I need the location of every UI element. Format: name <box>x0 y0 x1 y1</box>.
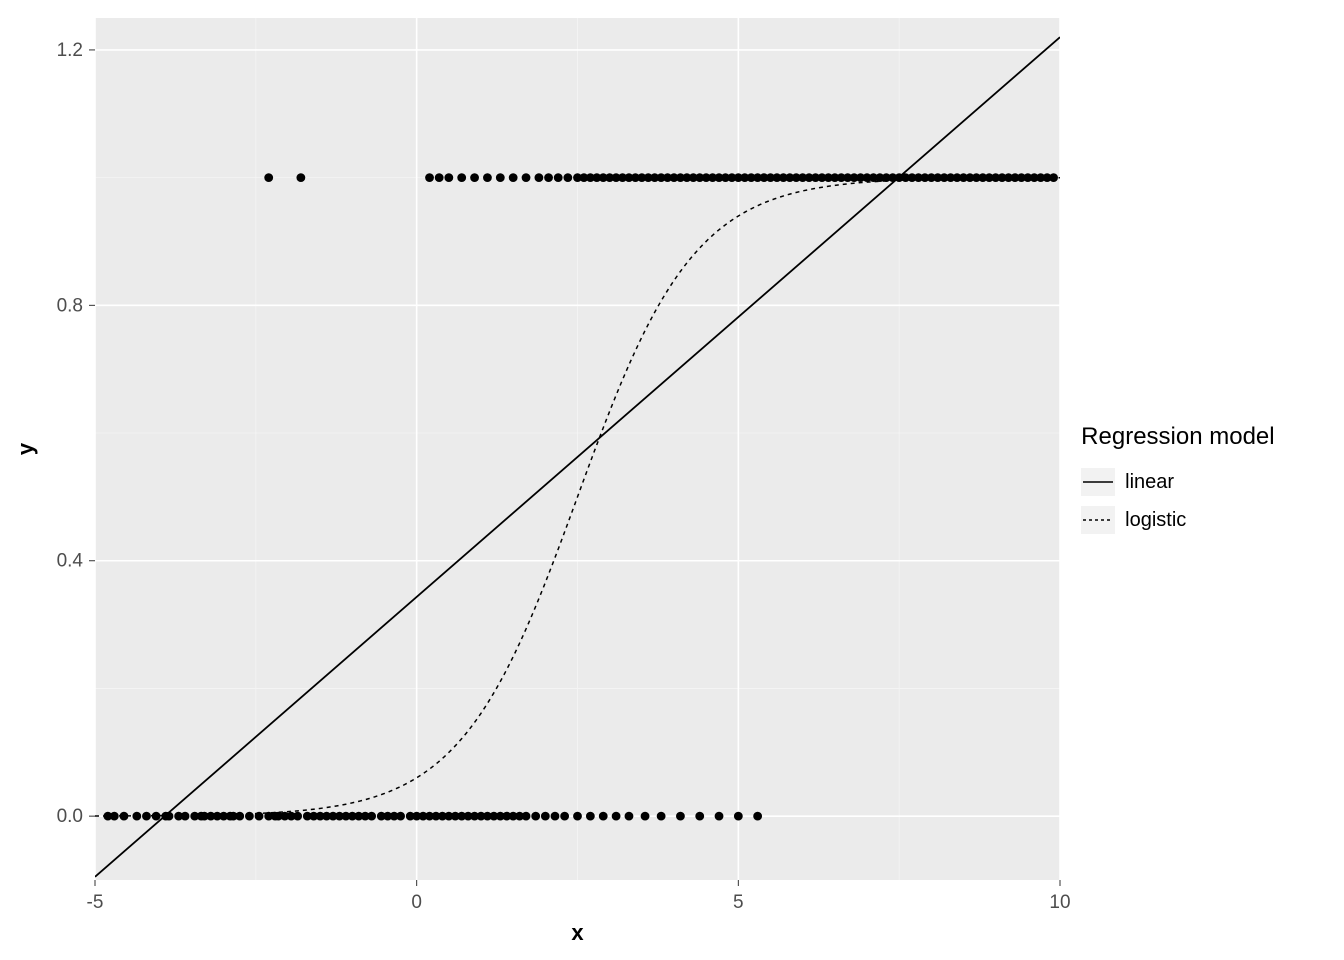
data-point <box>695 812 704 821</box>
data-point <box>444 173 453 182</box>
y-tick-label: 1.2 <box>57 40 83 61</box>
data-point <box>541 812 550 821</box>
legend-label-logistic: logistic <box>1125 509 1186 532</box>
data-point <box>396 812 405 821</box>
data-point <box>551 812 560 821</box>
y-axis-title: y <box>13 442 38 455</box>
y-tick-label: 0.4 <box>57 551 84 572</box>
data-point <box>586 812 595 821</box>
data-point <box>573 812 582 821</box>
data-point <box>522 173 531 182</box>
x-axis-title: x <box>571 920 584 945</box>
data-point <box>264 173 273 182</box>
y-tick-label: 0.8 <box>57 295 83 316</box>
legend-key-linear <box>1081 468 1115 496</box>
plot-svg: -5 0 5 10 0.0 0.4 0.8 1.2 x y <box>0 0 1080 960</box>
data-point <box>531 812 540 821</box>
data-point <box>483 173 492 182</box>
data-point <box>425 173 434 182</box>
chart-panel: -5 0 5 10 0.0 0.4 0.8 1.2 x y <box>0 0 1075 960</box>
data-point <box>554 173 563 182</box>
data-point <box>625 812 634 821</box>
data-point <box>293 812 302 821</box>
x-tick-label: 10 <box>1049 892 1070 913</box>
data-point <box>657 812 666 821</box>
legend-item-linear: linear <box>1081 465 1174 499</box>
data-point <box>535 173 544 182</box>
data-point <box>296 173 305 182</box>
data-point <box>496 173 505 182</box>
x-tick-label: 5 <box>733 892 744 913</box>
data-point <box>367 812 376 821</box>
legend-label-linear: linear <box>1125 471 1174 494</box>
legend-title: Regression model <box>1081 423 1274 451</box>
data-point <box>522 812 531 821</box>
data-point <box>612 812 621 821</box>
x-tick-label: 0 <box>411 892 422 913</box>
data-point <box>509 173 518 182</box>
data-point <box>599 812 608 821</box>
data-point <box>457 173 466 182</box>
data-point <box>641 812 650 821</box>
data-point <box>435 173 444 182</box>
x-tick-label: -5 <box>87 892 104 913</box>
legend: Regression model linear logistic <box>1075 0 1344 960</box>
data-point <box>753 812 762 821</box>
data-point <box>245 812 254 821</box>
data-point <box>470 173 479 182</box>
data-point <box>676 812 685 821</box>
data-point <box>560 812 569 821</box>
y-tick-label: 0.0 <box>57 806 83 827</box>
data-point <box>734 812 743 821</box>
data-point <box>563 173 572 182</box>
data-point <box>181 812 190 821</box>
data-point <box>544 173 553 182</box>
data-point <box>235 812 244 821</box>
legend-key-logistic <box>1081 506 1115 534</box>
data-point <box>715 812 724 821</box>
legend-item-logistic: logistic <box>1081 503 1186 537</box>
